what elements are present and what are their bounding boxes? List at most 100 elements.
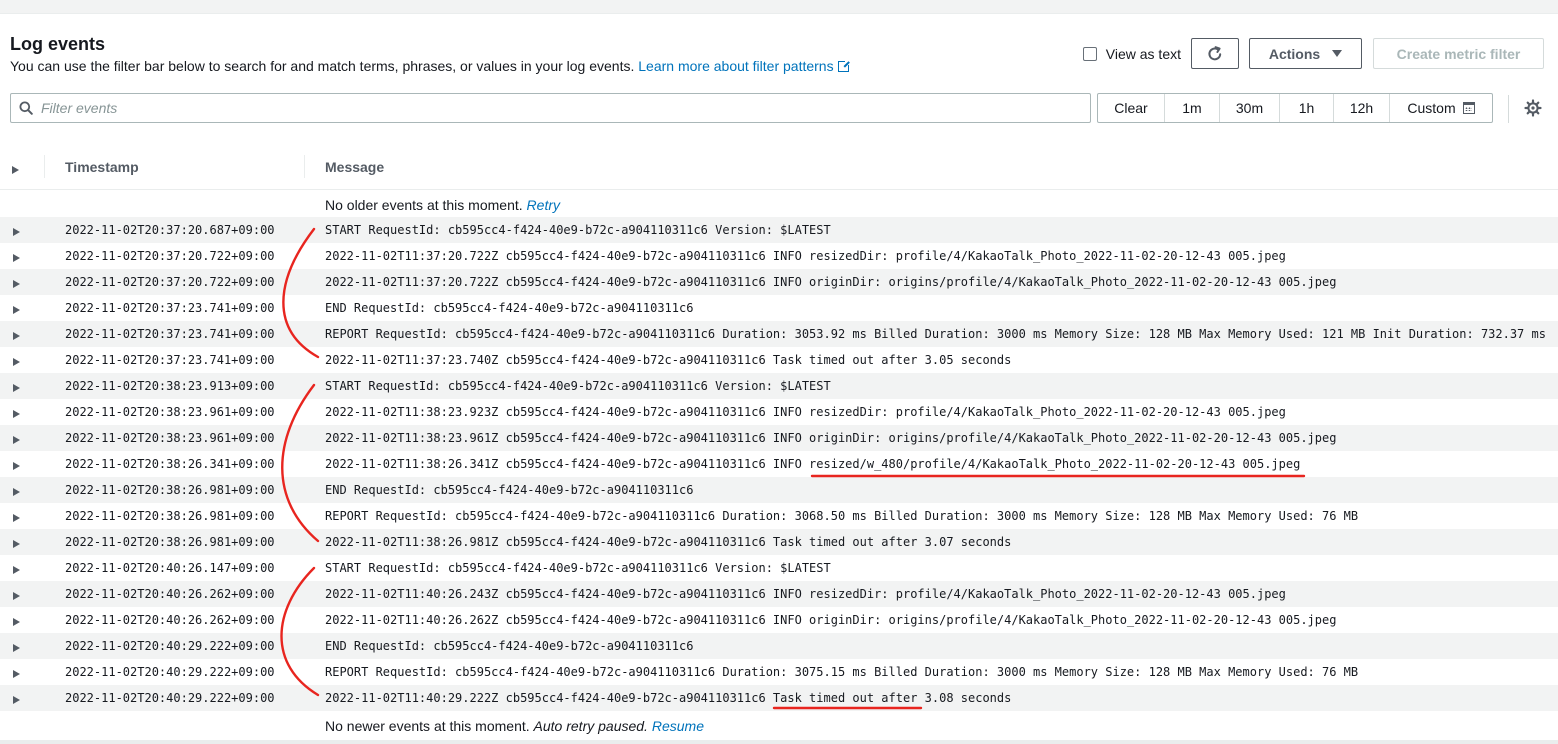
log-event-row[interactable]: 2022-11-02T20:40:29.222+09:00 REPORT Requ… [0,659,1558,685]
event-timestamp: 2022-11-02T20:40:26.147+09:00 [65,561,275,575]
expand-row-toggle[interactable] [13,381,20,395]
caret-down-icon [1332,50,1343,57]
refresh-icon [1208,45,1222,60]
expand-row-toggle[interactable] [13,459,20,473]
page-title: Log events [10,34,106,54]
log-event-row[interactable]: 2022-11-02T20:38:26.981+09:00 END Request… [0,477,1558,503]
external-link-icon [837,59,851,72]
expand-row-toggle[interactable] [13,407,20,421]
log-event-row[interactable]: 2022-11-02T20:37:23.741+09:00 END Request… [0,295,1558,321]
event-timestamp: 2022-11-02T20:38:23.961+09:00 [65,431,275,445]
log-event-row[interactable]: 2022-11-02T20:37:20.722+09:00 2022-11-02T… [0,243,1558,269]
caret-right-icon [13,436,20,444]
log-event-row[interactable]: 2022-11-02T20:38:23.913+09:00 START Reque… [0,373,1558,399]
event-timestamp: 2022-11-02T20:37:20.687+09:00 [65,223,275,237]
caret-right-icon [13,306,20,314]
log-event-row[interactable]: 2022-11-02T20:38:26.981+09:00 2022-11-02T… [0,529,1558,555]
expand-row-toggle[interactable] [13,537,20,551]
create-metric-filter-button[interactable]: Create metric filter [1373,38,1544,69]
log-event-row[interactable]: 2022-11-02T20:37:23.741+09:00 REPORT Requ… [0,321,1558,347]
event-timestamp: 2022-11-02T20:38:26.981+09:00 [65,483,275,497]
expand-row-toggle[interactable] [13,355,20,369]
expand-row-toggle[interactable] [13,667,20,681]
column-header-timestamp[interactable]: Timestamp [65,159,139,175]
expand-row-toggle[interactable] [13,641,20,655]
page-description: You can use the filter bar below to sear… [10,57,851,75]
caret-right-icon [13,514,20,522]
expand-row-toggle[interactable] [13,277,20,291]
log-event-row[interactable]: 2022-11-02T20:40:29.222+09:00 END Request… [0,633,1558,659]
log-event-row[interactable]: 2022-11-02T20:38:23.961+09:00 2022-11-02T… [0,399,1558,425]
column-divider [304,155,305,178]
log-event-row[interactable]: 2022-11-02T20:40:26.147+09:00 START Reque… [0,555,1558,581]
column-divider [44,155,45,178]
log-event-row[interactable]: 2022-11-02T20:37:20.687+09:00 START Reque… [0,217,1558,243]
log-event-row[interactable]: 2022-11-02T20:40:29.222+09:00 2022-11-02T… [0,685,1558,711]
expand-row-toggle[interactable] [13,329,20,343]
event-timestamp: 2022-11-02T20:38:26.981+09:00 [65,509,275,523]
event-message: END RequestId: cb595cc4-f424-40e9-b72c-a… [325,301,694,315]
top-strip [0,0,1558,14]
event-timestamp: 2022-11-02T20:40:26.262+09:00 [65,587,275,601]
description-text: You can use the filter bar below to sear… [10,58,635,74]
range-clear[interactable]: Clear [1098,94,1165,122]
event-timestamp: 2022-11-02T20:37:20.722+09:00 [65,249,275,263]
log-event-row[interactable]: 2022-11-02T20:38:26.981+09:00 REPORT Requ… [0,503,1558,529]
event-timestamp: 2022-11-02T20:37:23.741+09:00 [65,327,275,341]
expand-row-toggle[interactable] [13,615,20,629]
actions-button[interactable]: Actions [1249,38,1362,69]
event-timestamp: 2022-11-02T20:40:26.262+09:00 [65,613,275,627]
gear-icon[interactable] [1524,99,1542,117]
event-message: 2022-11-02T11:37:23.740Z cb595cc4-f424-4… [325,353,1012,367]
event-message: 2022-11-02T11:38:23.961Z cb595cc4-f424-4… [325,431,1337,445]
log-event-row[interactable]: 2022-11-02T20:40:26.262+09:00 2022-11-02T… [0,581,1558,607]
event-message: 2022-11-02T11:40:26.243Z cb595cc4-f424-4… [325,587,1286,601]
caret-right-icon [13,592,20,600]
learn-more-link[interactable]: Learn more about filter patterns [638,58,851,74]
caret-right-icon [12,166,19,174]
view-as-text-checkbox[interactable] [1082,46,1097,61]
expand-row-toggle[interactable] [13,303,20,317]
resume-link[interactable]: Resume [652,718,704,734]
filter-events-input[interactable] [41,100,1041,116]
range-1m[interactable]: 1m [1165,94,1220,122]
older-events-text: No older events at this moment. [325,197,523,213]
caret-right-icon [13,462,20,470]
header-controls: View as text Actions Create metric filte… [1082,38,1544,69]
range-1h[interactable]: 1h [1280,94,1334,122]
log-event-row[interactable]: 2022-11-02T20:37:23.741+09:00 2022-11-02T… [0,347,1558,373]
event-timestamp: 2022-11-02T20:40:29.222+09:00 [65,665,275,679]
caret-right-icon [13,540,20,548]
expand-all-toggle[interactable] [12,161,19,179]
refresh-button[interactable] [1191,38,1239,69]
expand-row-toggle[interactable] [13,563,20,577]
range-12h[interactable]: 12h [1334,94,1390,122]
search-icon [11,101,41,115]
log-event-row[interactable]: 2022-11-02T20:38:26.341+09:00 2022-11-02T… [0,451,1558,477]
view-as-text-label: View as text [1105,45,1181,62]
range-custom-label: Custom [1407,100,1456,116]
expand-row-toggle[interactable] [13,433,20,447]
expand-row-toggle[interactable] [13,511,20,525]
event-message: START RequestId: cb595cc4-f424-40e9-b72c… [325,561,831,575]
log-event-row[interactable]: 2022-11-02T20:37:20.722+09:00 2022-11-02T… [0,269,1558,295]
log-events-header: Log events You can use the filter bar be… [10,34,851,75]
table-header: Timestamp Message [0,145,1558,190]
expand-row-toggle[interactable] [13,251,20,265]
event-message: END RequestId: cb595cc4-f424-40e9-b72c-a… [325,639,694,653]
log-event-row[interactable]: 2022-11-02T20:40:26.262+09:00 2022-11-02T… [0,607,1558,633]
actions-label: Actions [1268,45,1321,62]
caret-right-icon [13,566,20,574]
expand-row-toggle[interactable] [13,225,20,239]
range-custom[interactable]: Custom [1390,94,1492,122]
log-event-row[interactable]: 2022-11-02T20:38:23.961+09:00 2022-11-02T… [0,425,1558,451]
expand-row-toggle[interactable] [13,485,20,499]
retry-link[interactable]: Retry [527,197,560,213]
event-timestamp: 2022-11-02T20:37:23.741+09:00 [65,353,275,367]
range-30m[interactable]: 30m [1220,94,1280,122]
caret-right-icon [13,384,20,392]
expand-row-toggle[interactable] [13,589,20,603]
column-header-message[interactable]: Message [325,159,384,175]
expand-row-toggle[interactable] [13,693,20,707]
caret-right-icon [13,228,20,236]
